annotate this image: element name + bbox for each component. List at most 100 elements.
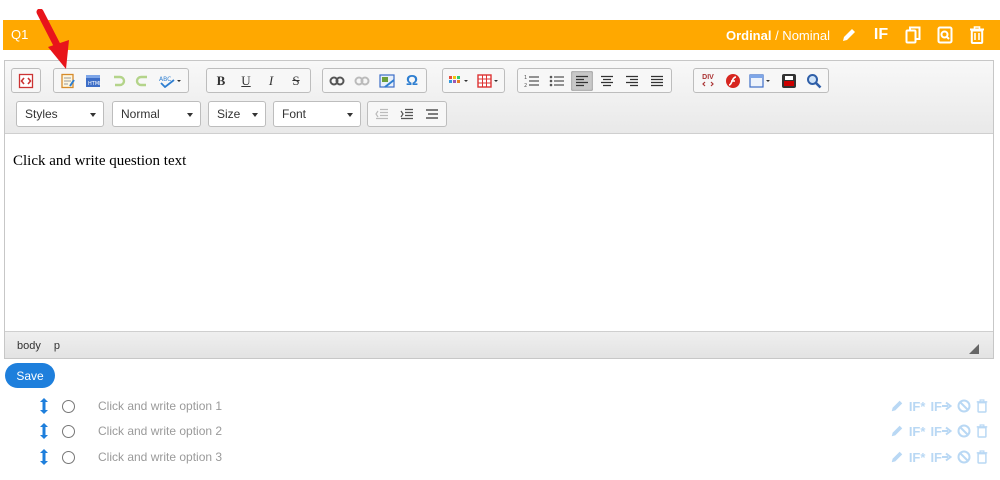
drag-handle-icon[interactable] (37, 448, 51, 466)
option-actions: IF* IF (890, 421, 988, 441)
if-skip-button[interactable]: IF (930, 450, 952, 465)
trash-icon[interactable] (966, 24, 988, 46)
strikethrough-button[interactable]: S (285, 71, 307, 91)
block-icon[interactable] (957, 424, 971, 438)
outdent-icon[interactable] (371, 104, 393, 124)
bold-button[interactable]: B (210, 71, 232, 91)
image-icon[interactable] (376, 71, 398, 91)
if-star-button[interactable]: IF* (909, 399, 926, 414)
option-radio[interactable] (62, 425, 75, 438)
styles-combo-label: Styles (25, 107, 58, 121)
italic-button[interactable]: I (260, 71, 282, 91)
templates-icon[interactable] (57, 71, 79, 91)
spellcheck-icon[interactable]: ABC (157, 71, 185, 91)
option-text[interactable]: Click and write option 3 (98, 450, 222, 464)
block-icon[interactable] (957, 399, 971, 413)
html-block-icon[interactable]: HTML (82, 71, 104, 91)
red-arrow-icon (36, 9, 69, 69)
if-skip-label: IF (930, 398, 942, 414)
path-element-p[interactable]: p (54, 340, 60, 352)
option-radio[interactable] (62, 451, 75, 464)
indent-icon[interactable] (396, 104, 418, 124)
unlink-icon[interactable] (351, 71, 373, 91)
special-char-button[interactable]: Ω (401, 71, 423, 91)
svg-text:2: 2 (524, 83, 527, 88)
svg-text:ABC: ABC (159, 76, 171, 83)
resize-handle-icon[interactable] (969, 344, 979, 354)
option-text[interactable]: Click and write option 2 (98, 424, 222, 438)
option-actions: IF* IF (890, 447, 988, 467)
font-combo[interactable]: Font (273, 101, 361, 127)
copy-icon[interactable] (902, 24, 924, 46)
align-left-icon[interactable] (571, 70, 593, 91)
question-type[interactable]: Ordinal / Nominal (726, 28, 830, 43)
question-editor: HTML ABC B U I S Ω 1 2 DIV Styles Normal… (4, 60, 994, 359)
pencil-icon[interactable] (838, 24, 860, 46)
save-button[interactable]: Save (5, 363, 55, 388)
drag-handle-icon[interactable] (37, 422, 51, 440)
underline-button[interactable]: U (235, 71, 257, 91)
if-logic-button[interactable]: IF (870, 24, 892, 46)
size-combo[interactable]: Size (208, 101, 266, 127)
option-text[interactable]: Click and write option 1 (98, 399, 222, 413)
path-element-body[interactable]: body (17, 340, 41, 352)
toolbar-group-edit: HTML ABC (53, 68, 189, 93)
format-combo[interactable]: Normal (112, 101, 201, 127)
if-skip-button[interactable]: IF (930, 399, 952, 414)
svg-text:HTML: HTML (88, 81, 101, 87)
toolbar-group-insert: Ω (322, 68, 427, 93)
toolbar-group-source (11, 68, 41, 93)
option-row: Click and write option 2 IF* IF (0, 421, 1000, 441)
trash-icon[interactable] (976, 399, 988, 413)
if-skip-label: IF (930, 423, 942, 439)
font-combo-label: Font (282, 107, 307, 121)
toolbar-group-basicstyles: B U I S (206, 68, 311, 93)
toolbar-group-colors (442, 68, 505, 93)
chevron-down-icon (90, 113, 96, 117)
question-type-current: Ordinal (725, 28, 772, 43)
size-combo-label: Size (217, 107, 241, 121)
chevron-down-icon (187, 113, 193, 117)
pencil-icon[interactable] (890, 424, 904, 438)
pencil-icon[interactable] (890, 399, 904, 413)
flash-icon[interactable] (722, 71, 744, 91)
redo-icon[interactable] (132, 71, 154, 91)
pencil-icon[interactable] (890, 450, 904, 464)
block-icon[interactable] (957, 450, 971, 464)
youtube-icon[interactable] (778, 71, 800, 91)
align-center-icon[interactable] (596, 71, 618, 91)
if-star-button[interactable]: IF* (909, 424, 926, 439)
if-skip-label: IF (930, 449, 942, 465)
toolbar-group-paragraph: 12 (517, 68, 672, 93)
preview-icon[interactable] (934, 24, 956, 46)
drag-handle-icon[interactable] (37, 397, 51, 415)
trash-icon[interactable] (976, 424, 988, 438)
question-type-alt: / Nominal (771, 28, 830, 43)
trash-icon[interactable] (976, 450, 988, 464)
option-radio[interactable] (62, 400, 75, 413)
if-skip-button[interactable]: IF (930, 424, 952, 439)
question-header: Q1 Ordinal / Nominal IF (3, 20, 1000, 50)
blockquote-icon[interactable] (421, 104, 443, 124)
question-text-area[interactable]: Click and write question text (5, 135, 993, 331)
find-icon[interactable] (803, 71, 825, 91)
table-icon[interactable] (475, 71, 501, 91)
iframe-icon[interactable] (747, 71, 775, 91)
numbered-list-icon[interactable]: 12 (521, 71, 543, 91)
option-row: Click and write option 1 IF* IF (0, 396, 1000, 416)
editor-path-bar: body p (5, 331, 993, 358)
chevron-down-icon (347, 113, 353, 117)
option-row: Click and write option 3 IF* IF (0, 447, 1000, 467)
question-number: Q1 (11, 27, 29, 42)
link-icon[interactable] (326, 71, 348, 91)
bulleted-list-icon[interactable] (546, 71, 568, 91)
source-icon[interactable] (15, 71, 37, 91)
align-justify-icon[interactable] (646, 71, 668, 91)
if-star-button[interactable]: IF* (909, 450, 926, 465)
format-combo-label: Normal (121, 107, 160, 121)
color-picker-icon[interactable] (446, 71, 472, 91)
align-right-icon[interactable] (621, 71, 643, 91)
styles-combo[interactable]: Styles (16, 101, 104, 127)
div-container-button[interactable]: DIV (697, 71, 719, 91)
undo-icon[interactable] (107, 71, 129, 91)
